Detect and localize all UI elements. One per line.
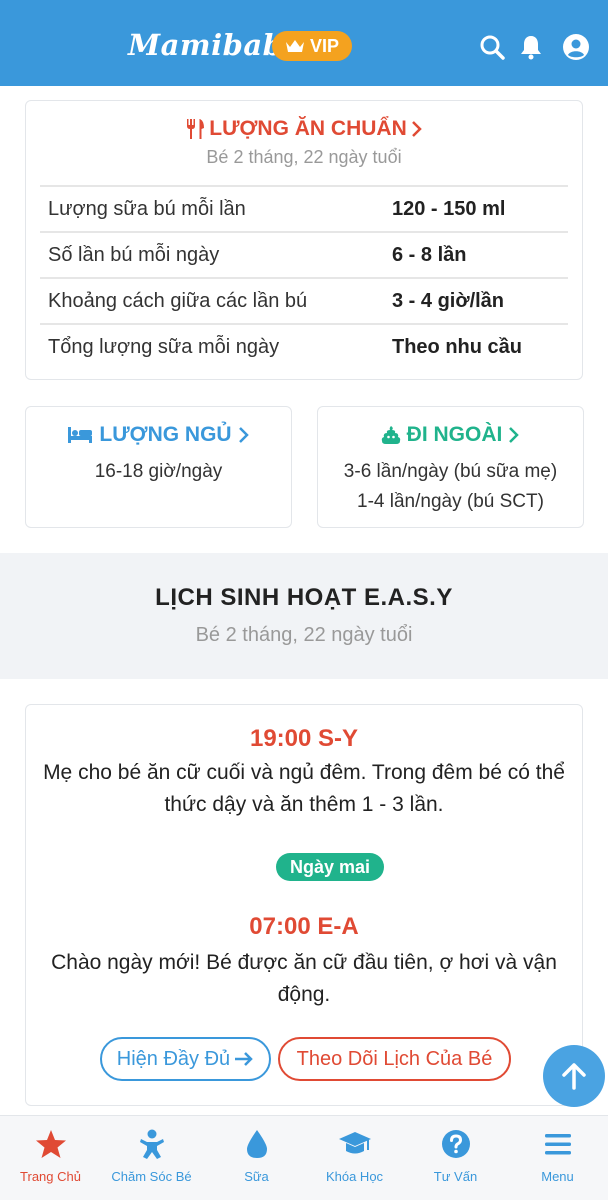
utensils-icon bbox=[187, 119, 205, 139]
poop-icon bbox=[381, 426, 400, 444]
row-value: Theo nhu cầu bbox=[392, 335, 522, 358]
event-time: 19:00 S-Y bbox=[249, 725, 359, 752]
row-label: Lượng sữa bú mỗi lần bbox=[48, 197, 246, 220]
nav-label: Chăm Sóc Bé bbox=[111, 1169, 192, 1184]
table-row: Khoảng cách giữa các lần bú 3 - 4 giờ/lầ… bbox=[40, 277, 568, 323]
row-value: 6 - 8 lần bbox=[392, 243, 467, 266]
chevron-right-icon bbox=[238, 427, 249, 443]
schedule-card: 19:00 S-Y Mẹ cho bé ăn cữ cuối và ngủ đê… bbox=[25, 704, 583, 1106]
row-label: Khoảng cách giữa các lần bú bbox=[48, 289, 308, 312]
row-value: 3 - 4 giờ/lần bbox=[392, 289, 505, 312]
row-value: 120 - 150 ml bbox=[392, 197, 506, 220]
sleep-title-link[interactable]: LƯỢNG NGỦ bbox=[26, 423, 291, 447]
graduation-cap-icon bbox=[338, 1132, 371, 1154]
schedule-title: LỊCH SINH HOẠT E.A.S.Y bbox=[155, 584, 453, 611]
feeding-table: Lượng sữa bú mỗi lần 120 - 150 ml Số lần… bbox=[40, 185, 568, 369]
chevron-right-icon bbox=[509, 427, 520, 443]
nav-label: Trang Chủ bbox=[20, 1169, 81, 1184]
show-full-label: Hiện Đầy Đủ bbox=[116, 1047, 231, 1070]
chevron-right-icon bbox=[411, 121, 422, 137]
sleep-card[interactable]: LƯỢNG NGỦ 16-18 giờ/ngày bbox=[25, 406, 292, 528]
feeding-title: LƯỢNG ĂN CHUẨN bbox=[209, 117, 407, 140]
nav-item-milk[interactable]: Sữa bbox=[206, 1116, 307, 1200]
poop-title-link[interactable]: ĐI NGOÀI bbox=[318, 423, 583, 447]
nav-item-consult[interactable]: Tư Vấn bbox=[405, 1116, 506, 1200]
search-icon[interactable] bbox=[478, 33, 506, 61]
event-time: 07:00 E-A bbox=[249, 913, 359, 940]
poop-card[interactable]: ĐI NGOÀI 3-6 lần/ngày (bú sữa mẹ) 1-4 lầ… bbox=[317, 406, 584, 528]
arrow-right-icon bbox=[235, 1052, 253, 1066]
question-icon bbox=[441, 1130, 470, 1158]
star-icon bbox=[35, 1130, 66, 1158]
row-label: Tổng lượng sữa mỗi ngày bbox=[48, 335, 280, 358]
schedule-subtitle: Bé 2 tháng, 22 ngày tuổi bbox=[195, 624, 413, 646]
nav-item-baby-care[interactable]: Chăm Sóc Bé bbox=[101, 1116, 202, 1200]
table-row: Tổng lượng sữa mỗi ngày Theo nhu cầu bbox=[40, 323, 568, 369]
feeding-title-link[interactable]: LƯỢNG ĂN CHUẨN bbox=[26, 117, 582, 141]
event-description: Mẹ cho bé ăn cữ cuối và ngủ đêm. Trong đ… bbox=[43, 761, 565, 816]
nav-item-home[interactable]: Trang Chủ bbox=[0, 1116, 101, 1200]
sleep-value: 16-18 giờ/ngày bbox=[94, 461, 223, 482]
nav-label: Menu bbox=[541, 1169, 574, 1184]
poop-title: ĐI NGOÀI bbox=[406, 423, 503, 446]
show-full-button[interactable]: Hiện Đầy Đủ bbox=[100, 1037, 271, 1081]
nav-item-courses[interactable]: Khóa Học bbox=[304, 1116, 405, 1200]
table-row: Số lần bú mỗi ngày 6 - 8 lần bbox=[40, 231, 568, 277]
feeding-card: LƯỢNG ĂN CHUẨN Bé 2 tháng, 22 ngày tuổi … bbox=[25, 100, 583, 380]
user-account-icon[interactable] bbox=[562, 33, 590, 61]
drop-icon bbox=[246, 1130, 267, 1158]
poop-line1: 3-6 lần/ngày (bú sữa mẹ) bbox=[343, 461, 558, 482]
menu-icon bbox=[544, 1134, 571, 1155]
bottom-navigation: Trang Chủ Chăm Sóc Bé Sữa Khóa Học Tư Vấ… bbox=[0, 1115, 608, 1200]
schedule-section-header bbox=[0, 553, 608, 679]
sleep-title: LƯỢNG NGỦ bbox=[99, 423, 232, 446]
row-label: Số lần bú mỗi ngày bbox=[48, 243, 220, 266]
nav-label: Sữa bbox=[244, 1169, 269, 1184]
feeding-subtitle: Bé 2 tháng, 22 ngày tuổi bbox=[206, 147, 402, 167]
crown-icon bbox=[285, 40, 304, 52]
tomorrow-badge: Ngày mai bbox=[276, 853, 384, 881]
vip-badge[interactable]: VIP bbox=[272, 31, 352, 61]
event-description: Chào ngày mới! Bé được ăn cữ đầu tiên, ợ… bbox=[51, 951, 557, 1006]
track-schedule-button[interactable]: Theo Dõi Lịch Của Bé bbox=[278, 1037, 511, 1081]
bed-icon bbox=[68, 427, 93, 443]
vip-label: VIP bbox=[309, 35, 339, 56]
bell-icon[interactable] bbox=[517, 33, 545, 61]
track-schedule-label: Theo Dõi Lịch Của Bé bbox=[296, 1047, 493, 1070]
nav-label: Tư Vấn bbox=[433, 1169, 478, 1184]
poop-line2: 1-4 lần/ngày (bú SCT) bbox=[357, 491, 544, 512]
baby-icon bbox=[139, 1129, 164, 1159]
arrow-up-icon bbox=[562, 1063, 586, 1090]
nav-item-menu[interactable]: Menu bbox=[507, 1116, 608, 1200]
nav-label: Khóa Học bbox=[325, 1169, 384, 1184]
scroll-to-top-button[interactable] bbox=[543, 1045, 605, 1107]
table-row: Lượng sữa bú mỗi lần 120 - 150 ml bbox=[40, 185, 568, 231]
app-header: Mamibabi VIP bbox=[0, 0, 608, 86]
app-logo[interactable]: Mamibabi bbox=[128, 28, 295, 62]
